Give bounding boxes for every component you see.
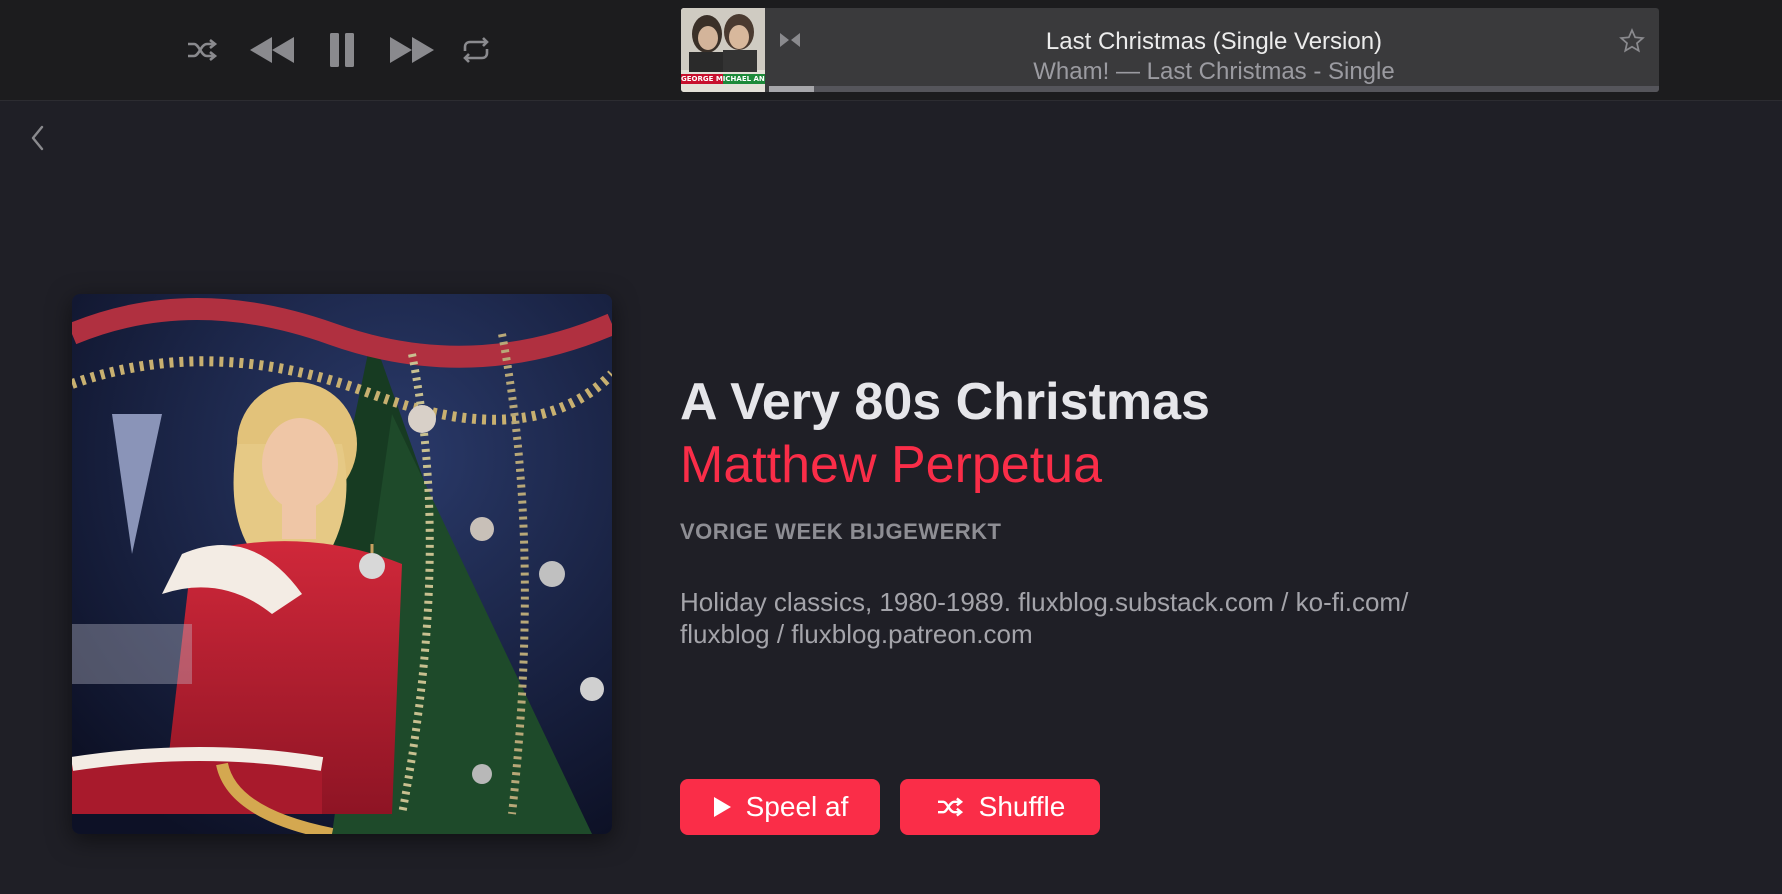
play-icon — [712, 795, 732, 819]
shuffle-play-button[interactable]: Shuffle — [900, 779, 1100, 835]
playlist-description: Holiday classics, 1980-1989. fluxblog.su… — [680, 587, 1409, 649]
playlist-details: A Very 80s Christmas Matthew Perpetua VO… — [680, 370, 1560, 650]
shuffle-icon — [935, 795, 965, 819]
star-icon — [1619, 28, 1645, 53]
transport-controls — [180, 28, 498, 72]
repeat-icon — [463, 37, 489, 63]
playback-progress-bar[interactable] — [769, 86, 1659, 92]
playback-progress-fill — [769, 86, 814, 92]
playlist-curator-link[interactable]: Matthew Perpetua — [680, 434, 1560, 496]
now-playing-display[interactable]: GEORGE MICHAEL ANDREW RIDGELEY Last Chri… — [681, 8, 1659, 92]
play-button[interactable]: Speel af — [680, 779, 880, 835]
chevron-left-icon — [31, 125, 44, 151]
previous-icon — [250, 37, 294, 63]
playlist-title: A Very 80s Christmas — [680, 373, 1210, 431]
player-toolbar: GEORGE MICHAEL ANDREW RIDGELEY Last Chri… — [0, 0, 1782, 101]
now-playing-title: Last Christmas (Single Version) — [1045, 28, 1383, 55]
back-button[interactable] — [28, 124, 48, 157]
now-playing-info: Last Christmas (Single Version) Wham! — … — [769, 8, 1659, 92]
shuffle-button-label: Shuffle — [978, 791, 1066, 822]
next-button[interactable] — [386, 28, 438, 72]
play-button-label: Speel af — [745, 791, 849, 822]
artwork-artist-names: GEORGE MICHAEL ANDREW RIDGELEY — [681, 75, 765, 83]
previous-button[interactable] — [246, 28, 298, 72]
shuffle-button[interactable] — [180, 28, 224, 72]
now-playing-subtitle: Wham! — Last Christmas - Single — [1033, 58, 1395, 85]
now-playing-artwork: GEORGE MICHAEL ANDREW RIDGELEY — [681, 8, 765, 92]
repeat-button[interactable] — [454, 28, 498, 72]
next-icon — [390, 37, 434, 63]
pause-icon — [330, 33, 354, 67]
shuffle-icon — [188, 38, 218, 62]
playlist-artwork — [72, 294, 612, 834]
playlist-updated-label: VORIGE WEEK BIJGEWERKT — [680, 519, 1002, 544]
pause-button[interactable] — [320, 28, 364, 72]
favorite-button[interactable] — [1619, 28, 1645, 59]
